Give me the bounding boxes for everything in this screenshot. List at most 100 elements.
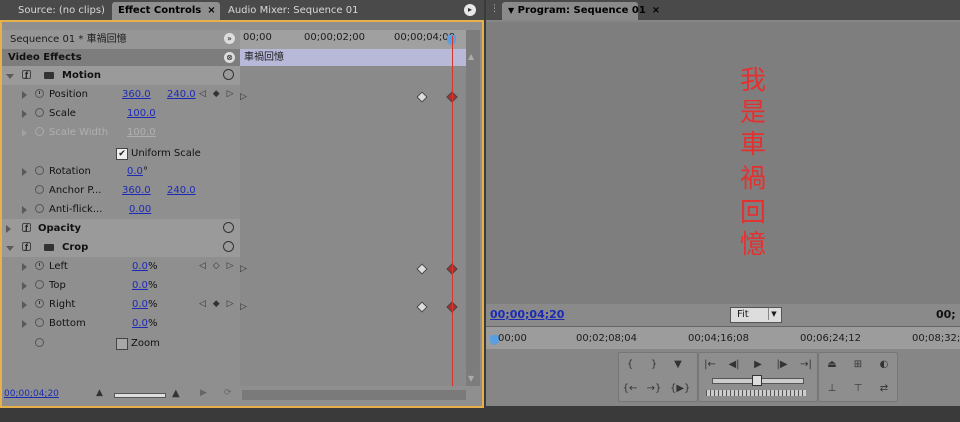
keyframe-timeline[interactable] — [240, 66, 466, 386]
keyframe-start-marker[interactable]: ▷ — [240, 302, 247, 312]
crop-left-value[interactable]: 0.0 — [132, 257, 148, 276]
crop-right-value[interactable]: 0.0 — [132, 295, 148, 314]
lift-icon[interactable]: ⏏ — [824, 358, 840, 372]
expand-toggle-icon[interactable] — [6, 225, 11, 233]
crop-top-value[interactable]: 0.0 — [132, 276, 148, 295]
play-audio-icon[interactable]: ▶ — [200, 388, 207, 398]
output-icon[interactable]: ◐ — [876, 358, 892, 372]
mark-out-icon[interactable]: } — [646, 358, 662, 372]
time-ruler[interactable]: 00;00 00;00;02;00 00;00;04;00 — [240, 30, 466, 49]
tab-program-monitor[interactable]: ▼ Program: Sequence 01 × — [502, 2, 660, 20]
keyframe-navigator[interactable]: ◁ ◆ ▷ — [199, 295, 236, 314]
zoom-checkbox[interactable] — [116, 338, 128, 350]
safe-margins-icon[interactable]: ⊞ — [850, 358, 866, 372]
scroll-down-icon[interactable]: ▼ — [468, 374, 477, 383]
step-back-icon[interactable]: ◀| — [726, 358, 742, 372]
current-timecode[interactable]: 00;00;04;20 — [4, 389, 59, 399]
go-to-out-icon[interactable]: →} — [646, 382, 662, 396]
set-marker-icon[interactable]: ▼ — [670, 358, 686, 372]
collapse-icon[interactable]: ⊗ — [224, 52, 235, 63]
play-icon[interactable]: ▶ — [750, 358, 766, 372]
show-hide-timeline-icon[interactable]: » — [224, 33, 235, 44]
close-icon[interactable]: × — [207, 5, 215, 16]
anchor-y-value[interactable]: 240.0 — [167, 181, 196, 200]
effect-crop-row[interactable]: ƒ Crop — [2, 238, 240, 257]
zoom-out-icon[interactable]: ▲ — [96, 388, 103, 398]
fx-toggle-icon[interactable]: ƒ — [22, 70, 31, 79]
go-to-in-icon[interactable]: {← — [622, 382, 638, 396]
close-icon[interactable]: × — [652, 5, 660, 16]
expand-toggle-icon[interactable] — [22, 110, 27, 118]
jog-wheel[interactable] — [706, 390, 806, 396]
keyframe-navigator[interactable]: ◁ ◆ ▷ — [199, 85, 236, 104]
tab-source[interactable]: Source: (no clips) — [12, 2, 111, 20]
monitor-time-ruler[interactable]: 00;00 00;02;08;04 00;04;16;08 00;06;24;1… — [486, 326, 960, 349]
position-x-value[interactable]: 360.0 — [122, 85, 151, 104]
reset-icon[interactable] — [223, 69, 234, 80]
mark-in-icon[interactable]: { — [622, 358, 638, 372]
stopwatch-icon[interactable] — [35, 166, 44, 175]
expand-toggle-icon[interactable] — [22, 206, 27, 214]
program-video-frame[interactable] — [486, 22, 960, 304]
stopwatch-icon[interactable] — [35, 185, 44, 194]
next-edit-icon[interactable]: →| — [798, 358, 814, 372]
reset-icon[interactable] — [223, 222, 234, 233]
stopwatch-icon[interactable] — [35, 108, 44, 117]
play-in-to-out-icon[interactable]: {▶} — [670, 382, 690, 396]
expand-toggle-icon[interactable] — [6, 74, 14, 79]
keyframe-start-marker[interactable]: ▷ — [240, 264, 247, 274]
anchor-x-value[interactable]: 360.0 — [122, 181, 151, 200]
scroll-up-icon[interactable]: ▲ — [468, 52, 477, 61]
expand-toggle-icon[interactable] — [6, 246, 14, 251]
export-frame-icon[interactable]: ⇄ — [876, 382, 892, 396]
expand-toggle-icon[interactable] — [22, 263, 27, 271]
stopwatch-icon[interactable] — [35, 89, 44, 98]
playhead-line[interactable] — [452, 36, 453, 386]
stopwatch-icon[interactable] — [35, 280, 44, 289]
tab-effect-controls[interactable]: Effect Controls × — [112, 2, 220, 20]
fit-dropdown[interactable]: Fit ▼ — [730, 307, 782, 323]
zoom-in-icon[interactable]: ▲ — [172, 388, 180, 399]
expand-toggle-icon[interactable] — [22, 91, 27, 99]
stopwatch-icon[interactable] — [35, 338, 44, 347]
stopwatch-icon[interactable] — [35, 261, 44, 270]
effect-opacity-row[interactable]: ƒ Opacity — [2, 219, 240, 238]
horizontal-scrollbar[interactable] — [242, 390, 466, 400]
scale-value[interactable]: 100.0 — [127, 104, 156, 123]
position-y-value[interactable]: 240.0 — [167, 85, 196, 104]
motion-transform-icon[interactable] — [44, 72, 54, 79]
panel-menu-icon[interactable]: ▸ — [464, 4, 476, 16]
vertical-scrollbar[interactable]: ▲ ▼ — [466, 30, 480, 386]
trim-icon[interactable]: ⊤ — [850, 382, 866, 396]
fx-toggle-icon[interactable]: ƒ — [22, 223, 31, 232]
expand-toggle-icon[interactable] — [22, 168, 27, 176]
keyframe-start-marker[interactable]: ▷ — [240, 92, 247, 102]
stopwatch-icon[interactable] — [35, 318, 44, 327]
loop-icon[interactable]: ⟳ — [224, 388, 232, 398]
uniform-scale-checkbox[interactable]: ✔ — [116, 148, 128, 160]
crop-transform-icon[interactable] — [44, 244, 54, 251]
fx-toggle-icon[interactable]: ƒ — [22, 242, 31, 251]
crop-bottom-value[interactable]: 0.0 — [132, 314, 148, 333]
anti-flicker-value[interactable]: 0.00 — [129, 200, 151, 219]
zoom-slider[interactable] — [114, 393, 166, 398]
stopwatch-icon[interactable] — [35, 299, 44, 308]
clip-bar[interactable]: 車禍回憶 — [240, 49, 466, 66]
expand-toggle-icon[interactable] — [22, 320, 27, 328]
shuttle-thumb[interactable] — [752, 375, 762, 386]
program-current-timecode[interactable]: 00;00;04;20 — [490, 308, 564, 321]
reset-icon[interactable] — [223, 241, 234, 252]
effect-motion-row[interactable]: ƒ Motion — [2, 66, 240, 85]
step-forward-icon[interactable]: |▶ — [774, 358, 790, 372]
expand-toggle-icon[interactable] — [22, 301, 27, 309]
motion-scale-width-row: Scale Width 100.0 — [2, 123, 240, 142]
extract-icon[interactable]: ⊥ — [824, 382, 840, 396]
keyframe-navigator[interactable]: ◁ ◇ ▷ — [199, 257, 236, 276]
stopwatch-icon[interactable] — [35, 204, 44, 213]
tab-menu-icon[interactable]: ▼ — [508, 6, 514, 15]
rotation-value[interactable]: 0.0 — [127, 162, 143, 181]
chevron-down-icon[interactable]: ▼ — [768, 308, 779, 320]
expand-toggle-icon[interactable] — [22, 282, 27, 290]
tab-audio-mixer[interactable]: Audio Mixer: Sequence 01 — [222, 2, 364, 20]
previous-edit-icon[interactable]: |← — [702, 358, 718, 372]
